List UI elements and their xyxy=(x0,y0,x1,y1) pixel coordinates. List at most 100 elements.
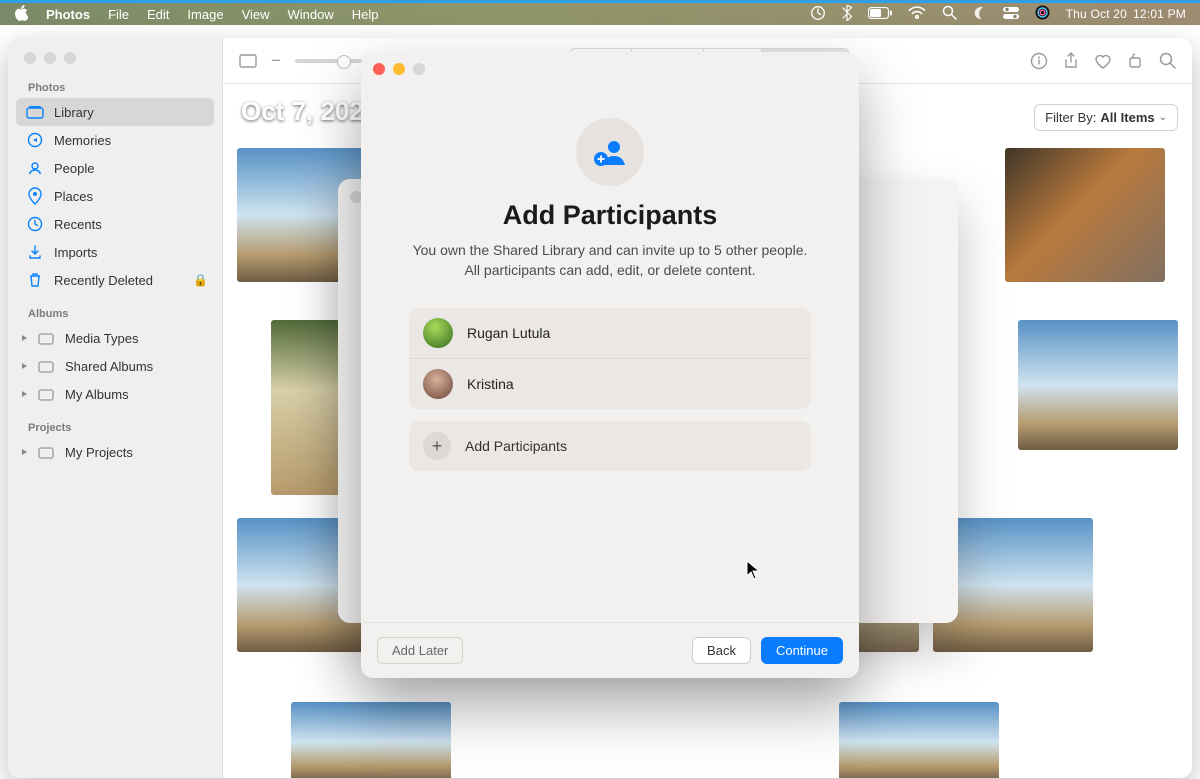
sidebar-item-my-albums[interactable]: My Albums xyxy=(16,380,214,408)
sidebar-item-imports[interactable]: Imports xyxy=(16,238,214,266)
modal-zoom xyxy=(413,63,425,75)
participant-row[interactable]: Kristina xyxy=(409,358,811,409)
participant-name: Kristina xyxy=(467,376,514,392)
info-icon[interactable] xyxy=(1030,52,1048,70)
filter-by-dropdown[interactable]: Filter By: All Items ⌄ xyxy=(1034,104,1178,131)
participant-name: Rugan Lutula xyxy=(467,325,550,341)
mac-menubar: Photos File Edit Image View Window Help … xyxy=(0,0,1200,25)
participants-list: Rugan Lutula Kristina xyxy=(409,308,811,409)
window-traffic-lights[interactable] xyxy=(16,50,214,78)
share-icon[interactable] xyxy=(1062,52,1080,70)
modal-description: You own the Shared Library and can invit… xyxy=(361,231,859,280)
folder-icon xyxy=(37,329,55,347)
add-participants-modal: Add Participants You own the Shared Libr… xyxy=(361,52,859,678)
sidebar-group-photos: Photos xyxy=(16,78,214,98)
timemachine-icon[interactable] xyxy=(810,5,826,24)
sidebar-item-label: Library xyxy=(54,105,94,120)
date-header: Oct 7, 2022 xyxy=(241,96,378,127)
modal-footer: Add Later Back Continue xyxy=(361,622,859,678)
sidebar-item-label: Recently Deleted xyxy=(54,273,153,288)
modal-close[interactable] xyxy=(373,63,385,75)
sidebar-item-shared-albums[interactable]: Shared Albums xyxy=(16,352,214,380)
sidebar-item-label: Media Types xyxy=(65,331,138,346)
places-icon xyxy=(26,187,44,205)
battery-icon[interactable] xyxy=(868,7,892,22)
siri-icon[interactable] xyxy=(1035,5,1050,23)
memories-icon xyxy=(26,131,44,149)
traffic-minimize[interactable] xyxy=(44,52,56,64)
photo-thumbnail[interactable] xyxy=(1005,148,1165,282)
sidebar-item-label: Memories xyxy=(54,133,111,148)
traffic-zoom[interactable] xyxy=(64,52,76,64)
sidebar-item-memories[interactable]: Memories xyxy=(16,126,214,154)
shared-library-people-icon xyxy=(576,118,644,186)
menu-file[interactable]: File xyxy=(108,7,129,22)
people-icon xyxy=(26,159,44,177)
mouse-cursor-icon xyxy=(746,560,760,585)
menu-image[interactable]: Image xyxy=(187,7,223,22)
menu-help[interactable]: Help xyxy=(352,7,379,22)
sidebar-item-media-types[interactable]: Media Types xyxy=(16,324,214,352)
recents-icon xyxy=(26,215,44,233)
sidebar-item-label: My Albums xyxy=(65,387,129,402)
photos-window: Photos Library Memories People Places Re… xyxy=(8,38,1192,778)
menubar-datetime[interactable]: Thu Oct 20 12:01 PM xyxy=(1066,7,1186,21)
plus-icon: + xyxy=(423,432,451,460)
folder-icon xyxy=(37,443,55,461)
modal-title: Add Participants xyxy=(361,200,859,231)
menubar-app-name[interactable]: Photos xyxy=(46,7,90,22)
trash-icon xyxy=(26,271,44,289)
content-area: − + Years Months Days All Photos Oct 7, … xyxy=(223,38,1192,778)
wifi-icon[interactable] xyxy=(908,6,926,22)
add-participants-label: Add Participants xyxy=(465,438,567,454)
menu-view[interactable]: View xyxy=(242,7,270,22)
rotate-icon[interactable] xyxy=(1126,52,1144,70)
sidebar-item-recents[interactable]: Recents xyxy=(16,210,214,238)
chevron-down-icon: ⌄ xyxy=(1159,112,1167,123)
menu-window[interactable]: Window xyxy=(288,7,334,22)
zoom-slider[interactable] xyxy=(295,59,365,63)
continue-button[interactable]: Continue xyxy=(761,637,843,664)
bluetooth-icon[interactable] xyxy=(842,5,852,24)
photo-thumbnail[interactable] xyxy=(291,702,451,778)
modal-minimize[interactable] xyxy=(393,63,405,75)
modal-traffic-lights[interactable] xyxy=(361,52,859,86)
back-button[interactable]: Back xyxy=(692,637,751,664)
participant-row[interactable]: Rugan Lutula xyxy=(409,308,811,358)
apple-logo-icon[interactable] xyxy=(14,5,28,24)
add-later-button[interactable]: Add Later xyxy=(377,637,463,664)
dnd-moon-icon[interactable] xyxy=(973,6,987,23)
sidebar-item-label: My Projects xyxy=(65,445,133,460)
sidebar-item-places[interactable]: Places xyxy=(16,182,214,210)
add-participants-box: + Add Participants xyxy=(409,421,811,471)
avatar xyxy=(423,369,453,399)
avatar xyxy=(423,318,453,348)
sidebar-item-library[interactable]: Library xyxy=(16,98,214,126)
control-center-icon[interactable] xyxy=(1003,7,1019,22)
sidebar-item-my-projects[interactable]: My Projects xyxy=(16,438,214,466)
sidebar-item-label: Imports xyxy=(54,245,97,260)
aspect-icon[interactable] xyxy=(239,52,257,70)
search-icon[interactable] xyxy=(1158,52,1176,70)
filter-value: All Items xyxy=(1100,110,1154,125)
zoom-minus[interactable]: − xyxy=(271,51,281,71)
add-participants-button[interactable]: + Add Participants xyxy=(409,421,811,471)
library-icon xyxy=(26,103,44,121)
sidebar-item-label: People xyxy=(54,161,94,176)
imports-icon xyxy=(26,243,44,261)
folder-icon xyxy=(37,357,55,375)
traffic-close[interactable] xyxy=(24,52,36,64)
sidebar-item-label: Shared Albums xyxy=(65,359,153,374)
sidebar-item-label: Places xyxy=(54,189,93,204)
spotlight-icon[interactable] xyxy=(942,5,957,23)
photo-thumbnail[interactable] xyxy=(839,702,999,778)
sidebar-item-recently-deleted[interactable]: Recently Deleted 🔒 xyxy=(16,266,214,294)
photo-thumbnail[interactable] xyxy=(1018,320,1178,450)
sidebar-item-people[interactable]: People xyxy=(16,154,214,182)
menu-edit[interactable]: Edit xyxy=(147,7,169,22)
favorite-icon[interactable] xyxy=(1094,52,1112,70)
sidebar-group-projects: Projects xyxy=(16,418,214,438)
folder-icon xyxy=(37,385,55,403)
filter-label: Filter By: xyxy=(1045,110,1096,125)
sidebar-item-label: Recents xyxy=(54,217,102,232)
